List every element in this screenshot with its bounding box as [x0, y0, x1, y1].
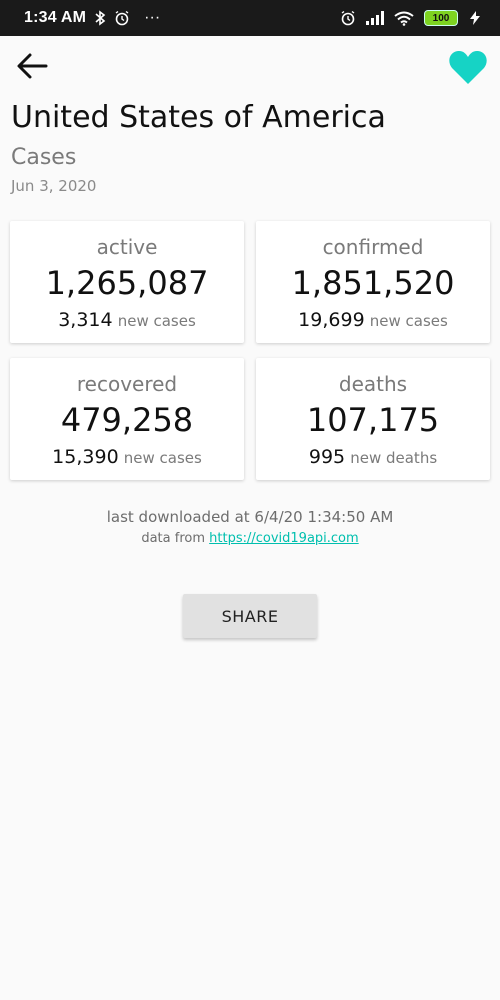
- stat-label: deaths: [338, 372, 408, 396]
- stat-card-confirmed: confirmed 1,851,520 19,699 new cases: [256, 221, 490, 343]
- share-button[interactable]: SHARE: [183, 594, 317, 638]
- stat-new-label: new cases: [117, 312, 196, 330]
- stat-new-label: new cases: [123, 449, 202, 467]
- stat-new: 995 new deaths: [256, 446, 490, 468]
- section-subtitle: Cases: [11, 145, 77, 170]
- favorite-button[interactable]: [446, 47, 490, 87]
- data-source-prefix: data from: [141, 531, 205, 546]
- stat-new-count: 15,390: [52, 446, 119, 468]
- battery-icon: 100: [424, 10, 458, 26]
- stat-value: 107,175: [306, 401, 440, 439]
- battery-level: 100: [432, 12, 450, 24]
- stat-new-count: 19,699: [298, 309, 365, 331]
- heart-icon: [449, 50, 487, 84]
- stat-label: recovered: [76, 372, 178, 396]
- status-bar: 1:34 AM ··· 100: [0, 0, 500, 36]
- alarm-icon: [341, 10, 355, 26]
- stat-new: 19,699 new cases: [256, 309, 490, 331]
- stat-new-count: 995: [308, 446, 346, 468]
- stat-card-deaths: deaths 107,175 995 new deaths: [256, 358, 490, 480]
- alarm-icon: [115, 10, 129, 26]
- data-source-link[interactable]: https://covid19api.com: [209, 531, 359, 546]
- back-button[interactable]: [14, 50, 50, 82]
- stat-new-count: 3,314: [58, 309, 113, 331]
- stat-new-label: new cases: [369, 312, 448, 330]
- stat-card-active: active 1,265,087 3,314 new cases: [10, 221, 244, 343]
- stat-label: confirmed: [322, 235, 424, 259]
- stat-card-recovered: recovered 479,258 15,390 new cases: [10, 358, 244, 480]
- stat-new: 3,314 new cases: [10, 309, 244, 331]
- signal-icon: [366, 11, 384, 25]
- arrow-back-icon: [17, 53, 48, 79]
- charging-icon: [470, 11, 480, 25]
- stat-label: active: [96, 235, 158, 259]
- status-time: 1:34 AM: [24, 9, 87, 26]
- wifi-icon: [394, 11, 414, 26]
- stat-value: 1,265,087: [45, 264, 209, 302]
- stat-new: 15,390 new cases: [10, 446, 244, 468]
- stat-new-label: new deaths: [350, 449, 438, 467]
- stat-value: 479,258: [60, 401, 194, 439]
- more-dots-icon: ···: [144, 9, 161, 26]
- country-title: United States of America: [11, 100, 386, 135]
- data-source: data from https://covid19api.com: [0, 531, 500, 546]
- bluetooth-icon: [95, 10, 106, 26]
- stat-value: 1,851,520: [291, 264, 455, 302]
- last-downloaded-text: last downloaded at 6/4/20 1:34:50 AM: [106, 508, 394, 526]
- report-date: Jun 3, 2020: [11, 177, 97, 195]
